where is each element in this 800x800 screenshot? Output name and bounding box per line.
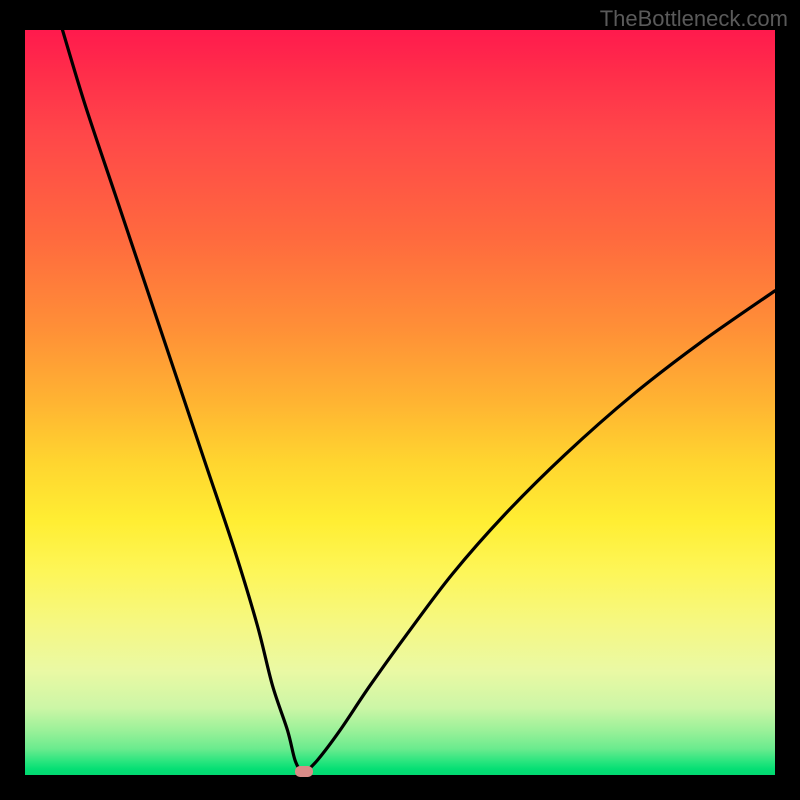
chart-frame: TheBottleneck.com (0, 0, 800, 800)
curve-left-branch (63, 30, 303, 775)
minimum-marker (295, 766, 313, 777)
watermark-text: TheBottleneck.com (600, 6, 788, 32)
bottleneck-curve (25, 30, 775, 775)
curve-right-branch (303, 291, 776, 775)
